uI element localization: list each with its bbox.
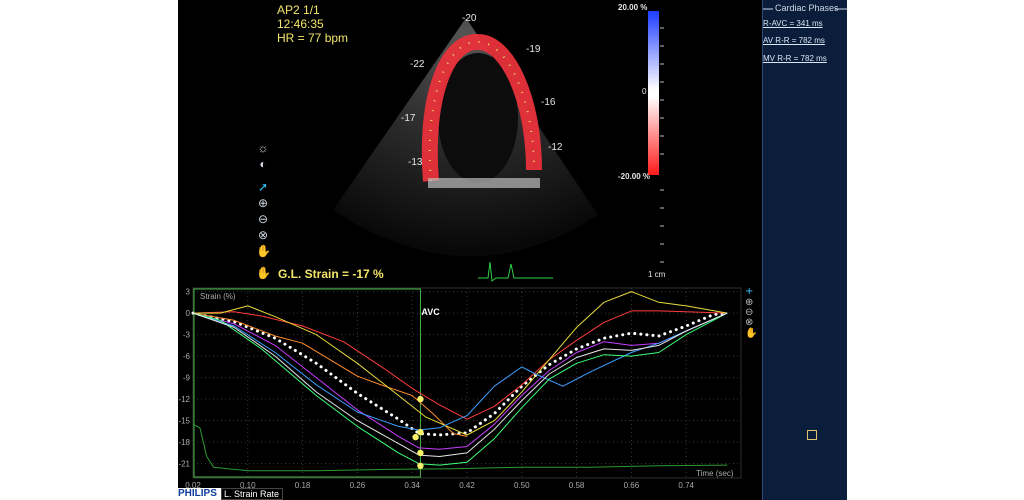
pointer-icon[interactable]: ➚ [256,180,270,194]
echo-viewer: AP2 1/1 12:46:35 HR = 77 bpm -20 -19 -22… [178,0,762,500]
x-tick-label: 0.18 [295,481,311,490]
chart-pan-icon[interactable]: ✋ [745,326,757,339]
time-label: 12:46:35 [277,17,324,31]
phase-mv-rr[interactable]: MV R-R = 782 ms [763,54,827,63]
reset-icon[interactable]: ⊗ [256,228,270,242]
panel-checkbox[interactable] [807,430,817,440]
avc-marker [417,449,424,457]
colorbar-mid: 0 [642,87,647,96]
avc-marker [412,433,419,441]
brightness-icon[interactable]: ☼ [256,141,270,155]
x-tick-label: 0.34 [404,481,420,490]
gls-value: G.L. Strain = -17 % [278,267,384,281]
x-axis-label: Time (sec) [696,469,734,478]
segment-label: -17 [401,113,416,124]
y-tick-label: -12 [178,395,190,404]
segment-label: -19 [526,44,541,55]
y-tick-label: 0 [186,309,191,318]
depth-ruler [660,27,664,263]
x-tick-label: 0.42 [459,481,475,490]
colorbar-min: -20.00 % [618,172,651,181]
y-tick-label: -9 [183,374,191,383]
mitral-base-echo [428,178,540,188]
pan-hand-icon[interactable]: ✋ [256,244,271,258]
x-tick-label: 0.74 [678,481,694,490]
zoom-out-icon[interactable]: ⊖ [256,212,270,226]
avc-label: AVC [421,307,440,317]
segment-label: -16 [541,97,556,108]
bottom-bar: PHILIPS L. Strain Rate [178,488,283,500]
strain-chart: 0.02 0.10 0.18 0.26 0.34 0.42 0.50 0.58 0.66 0.74… [178,284,762,500]
panel-title: Cardiac Phases [775,3,839,13]
y-tick-label: -18 [178,438,190,447]
avc-marker [417,428,424,436]
y-tick-label: 3 [186,288,191,297]
gls-hand-icon[interactable]: ✋ [256,266,271,280]
y-tick-label: -6 [183,352,191,361]
phase-r-avc[interactable]: R-AVC = 341 ms [763,19,823,28]
chart-reset-icon[interactable]: ⊗ [745,317,753,328]
segment-label: -22 [410,59,425,70]
brand-logo: PHILIPS [178,488,217,499]
x-tick-label: 0.26 [350,481,366,490]
colorbar-max: 20.00 % [618,3,648,12]
chart-add-icon[interactable]: + [745,286,753,297]
phase-av-rr[interactable]: AV R-R = 782 ms [763,36,825,45]
avc-marker [417,462,424,470]
y-axis-label: Strain (%) [200,292,236,301]
avc-marker [417,395,424,403]
y-tick-label: -3 [183,331,191,340]
x-tick-label: 0.66 [624,481,640,490]
view-label: AP2 1/1 [277,3,320,17]
app-window: AP2 1/1 12:46:35 HR = 77 bpm -20 -19 -22… [0,0,1024,500]
y-tick-label: -21 [178,460,190,469]
x-tick-label: 0.50 [514,481,530,490]
segment-label: -13 [408,157,423,168]
zoom-in-icon[interactable]: ⊕ [256,196,270,210]
scale-label: 1 cm [648,270,666,279]
x-tick-label: 0.58 [569,481,585,490]
cardiac-phases-panel: Cardiac Phases R-AVC = 341 ms AV R-R = 7… [762,0,847,500]
heart-rate: HR = 77 bpm [277,31,349,45]
ecg-trace [478,261,553,282]
y-tick-label: -15 [178,417,190,426]
segment-label: -12 [548,142,563,153]
colorbar [648,11,659,175]
contrast-icon[interactable]: ◐ [256,157,270,171]
segment-label: -20 [462,13,477,24]
strain-rate-tab[interactable]: L. Strain Rate [221,488,283,500]
